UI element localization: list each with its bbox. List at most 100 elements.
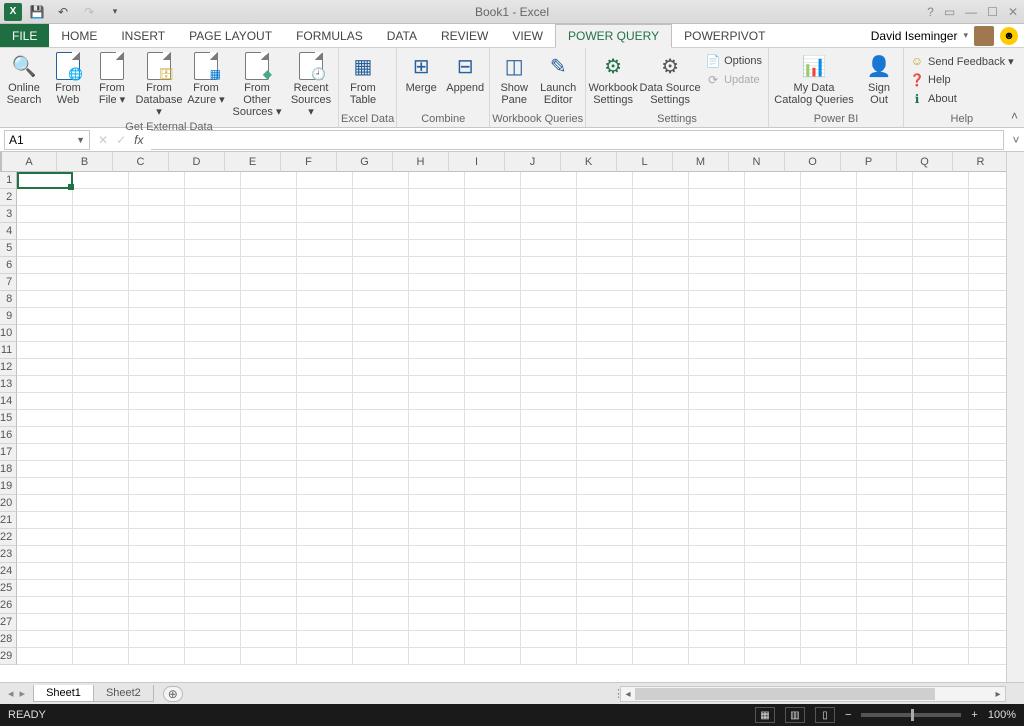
my-data-catalog-button[interactable]: 📊My Data Catalog Queries	[771, 50, 857, 108]
workbook-settings-button[interactable]: ⚙Workbook Settings	[588, 50, 638, 108]
ribbon-display-icon[interactable]: ▭	[944, 5, 955, 19]
column-header[interactable]: H	[393, 152, 449, 172]
row-header[interactable]: 17	[0, 444, 17, 461]
from-database-button[interactable]: 🗄From Database ▾	[134, 50, 184, 120]
column-header[interactable]: I	[449, 152, 505, 172]
row-header[interactable]: 28	[0, 631, 17, 648]
row-header[interactable]: 25	[0, 580, 17, 597]
feedback-smiley-icon[interactable]: ☻	[1000, 27, 1018, 45]
options-button[interactable]: 📄Options	[706, 52, 762, 70]
horizontal-scrollbar[interactable]: ◂ ▸	[620, 686, 1006, 702]
tab-insert[interactable]: INSERT	[109, 24, 177, 47]
row-header[interactable]: 10	[0, 325, 17, 342]
row-header[interactable]: 19	[0, 478, 17, 495]
row-header[interactable]: 23	[0, 546, 17, 563]
tab-review[interactable]: REVIEW	[429, 24, 500, 47]
qat-customize-icon[interactable]: ▾	[104, 2, 126, 22]
append-button[interactable]: ⊟Append	[443, 50, 487, 96]
help-button[interactable]: ❓Help	[910, 71, 1014, 89]
show-pane-button[interactable]: ◫Show Pane	[492, 50, 536, 108]
row-header[interactable]: 18	[0, 461, 17, 478]
from-azure-button[interactable]: ▦From Azure ▾	[184, 50, 228, 108]
column-header[interactable]: Q	[897, 152, 953, 172]
about-button[interactable]: ℹAbout	[910, 90, 1014, 108]
tab-scroll-left-icon[interactable]: ◂	[8, 687, 14, 700]
page-break-view-icon[interactable]: ▯	[815, 707, 835, 723]
zoom-in-icon[interactable]: +	[971, 709, 977, 721]
row-header[interactable]: 21	[0, 512, 17, 529]
row-header[interactable]: 4	[0, 223, 17, 240]
column-header[interactable]: F	[281, 152, 337, 172]
user-avatar-icon[interactable]	[974, 26, 994, 46]
update-button[interactable]: ⟳Update	[706, 71, 762, 89]
tab-home[interactable]: HOME	[49, 24, 109, 47]
row-header[interactable]: 29	[0, 648, 17, 665]
merge-button[interactable]: ⊞Merge	[399, 50, 443, 96]
help-icon[interactable]: ?	[927, 5, 934, 19]
tab-formulas[interactable]: FORMULAS	[284, 24, 375, 47]
column-header[interactable]: O	[785, 152, 841, 172]
column-header[interactable]: R	[953, 152, 1009, 172]
row-header[interactable]: 7	[0, 274, 17, 291]
launch-editor-button[interactable]: ✎Launch Editor	[536, 50, 580, 108]
normal-view-icon[interactable]: ▦	[755, 707, 775, 723]
recent-sources-button[interactable]: 🕘Recent Sources ▾	[286, 50, 336, 120]
scroll-right-icon[interactable]: ▸	[991, 689, 1005, 700]
from-other-sources-button[interactable]: ◆From Other Sources ▾	[228, 50, 286, 120]
scroll-left-icon[interactable]: ◂	[621, 689, 635, 700]
vertical-scrollbar[interactable]	[1006, 152, 1024, 682]
maximize-icon[interactable]: ☐	[987, 5, 998, 19]
tab-page-layout[interactable]: PAGE LAYOUT	[177, 24, 284, 47]
minimize-icon[interactable]: —	[965, 5, 977, 19]
row-header[interactable]: 1	[0, 172, 17, 189]
row-header[interactable]: 5	[0, 240, 17, 257]
column-header[interactable]: P	[841, 152, 897, 172]
row-header[interactable]: 24	[0, 563, 17, 580]
column-header[interactable]: B	[57, 152, 113, 172]
scroll-thumb[interactable]	[635, 688, 935, 700]
tab-data[interactable]: DATA	[375, 24, 429, 47]
row-header[interactable]: 22	[0, 529, 17, 546]
zoom-out-icon[interactable]: −	[845, 709, 851, 721]
row-header[interactable]: 13	[0, 376, 17, 393]
row-header[interactable]: 14	[0, 393, 17, 410]
row-header[interactable]: 6	[0, 257, 17, 274]
column-header[interactable]: E	[225, 152, 281, 172]
online-search-button[interactable]: 🔍Online Search	[2, 50, 46, 108]
save-icon[interactable]: 💾	[26, 2, 48, 22]
sheet-tab-active[interactable]: Sheet1	[33, 685, 94, 702]
from-file-button[interactable]: From File ▾	[90, 50, 134, 108]
row-header[interactable]: 16	[0, 427, 17, 444]
close-icon[interactable]: ✕	[1008, 5, 1018, 19]
user-name[interactable]: David Iseminger	[871, 29, 958, 43]
row-header[interactable]: 3	[0, 206, 17, 223]
tab-scroll-right-icon[interactable]: ▸	[20, 687, 26, 700]
tab-view[interactable]: VIEW	[500, 24, 555, 47]
column-header[interactable]: J	[505, 152, 561, 172]
sheet-tab[interactable]: Sheet2	[93, 685, 154, 702]
row-header[interactable]: 15	[0, 410, 17, 427]
column-header[interactable]: M	[673, 152, 729, 172]
row-header[interactable]: 20	[0, 495, 17, 512]
column-header[interactable]: L	[617, 152, 673, 172]
tab-powerpivot[interactable]: POWERPIVOT	[672, 24, 777, 47]
column-header[interactable]: D	[169, 152, 225, 172]
column-header[interactable]: G	[337, 152, 393, 172]
cell-grid[interactable]	[17, 172, 1006, 682]
from-table-button[interactable]: ▦From Table	[341, 50, 385, 108]
column-header[interactable]: C	[113, 152, 169, 172]
tab-power-query[interactable]: POWER QUERY	[555, 24, 672, 48]
row-header[interactable]: 12	[0, 359, 17, 376]
zoom-level[interactable]: 100%	[988, 709, 1016, 721]
row-header[interactable]: 2	[0, 189, 17, 206]
undo-icon[interactable]: ↶	[52, 2, 74, 22]
data-source-settings-button[interactable]: ⚙Data Source Settings	[638, 50, 702, 108]
row-header[interactable]: 26	[0, 597, 17, 614]
row-header[interactable]: 9	[0, 308, 17, 325]
column-header[interactable]: N	[729, 152, 785, 172]
zoom-slider[interactable]	[861, 713, 961, 717]
chevron-down-icon[interactable]: ▼	[76, 135, 85, 145]
row-header[interactable]: 8	[0, 291, 17, 308]
row-header[interactable]: 11	[0, 342, 17, 359]
sign-out-button[interactable]: 👤Sign Out	[857, 50, 901, 108]
